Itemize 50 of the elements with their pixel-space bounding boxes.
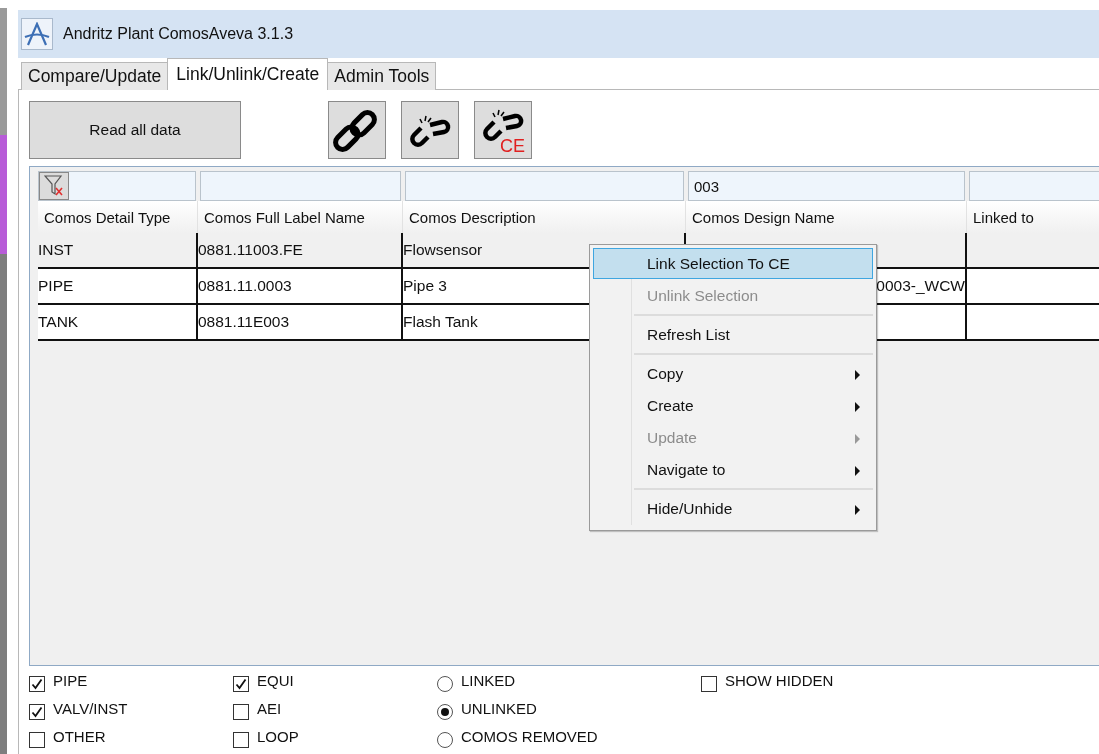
- radio-button[interactable]: [437, 732, 453, 748]
- option-label: UNLINKED: [461, 699, 537, 717]
- unlink-button[interactable]: [401, 101, 459, 159]
- menu-item[interactable]: Link Selection To CE: [593, 248, 873, 279]
- menu-item[interactable]: Hide/Unhide: [593, 493, 873, 524]
- tab[interactable]: Link/Unlink/Create: [167, 58, 329, 90]
- menu-item[interactable]: Create: [593, 390, 873, 421]
- window-title: Andritz Plant ComosAveva 3.1.3: [63, 25, 294, 43]
- option-label: VALV/INST: [53, 699, 128, 717]
- filter-field[interactable]: 003: [688, 171, 965, 201]
- option-label: COMOS REMOVED: [461, 727, 598, 745]
- table-cell: PIPE: [38, 269, 198, 305]
- link-button[interactable]: [328, 101, 386, 159]
- funnel-clear-icon: [44, 175, 64, 197]
- read-all-data-button[interactable]: Read all data: [29, 101, 241, 159]
- checkbox[interactable]: [29, 732, 45, 748]
- table-cell: INST: [38, 233, 198, 269]
- option-label: SHOW HIDDEN: [725, 671, 834, 689]
- table-cell: 0881.11.0003: [198, 269, 403, 305]
- column-header[interactable]: Comos Design Name: [686, 201, 967, 233]
- checkbox[interactable]: [701, 676, 717, 692]
- option-label: OTHER: [53, 727, 106, 745]
- clear-filter-button[interactable]: [39, 172, 69, 200]
- checkbox[interactable]: [29, 704, 45, 720]
- filter-field[interactable]: [969, 171, 1099, 201]
- checkbox[interactable]: [29, 676, 45, 692]
- column-header[interactable]: Comos Detail Type: [38, 201, 198, 233]
- filter-field[interactable]: [38, 171, 196, 201]
- option-label: LOOP: [257, 727, 299, 745]
- radio-button[interactable]: [437, 704, 453, 720]
- option-label: AEI: [257, 699, 282, 717]
- checkbox[interactable]: [233, 704, 249, 720]
- app-logo-icon: [21, 18, 53, 50]
- table-cell: 0881.11003.FE: [198, 233, 403, 269]
- filter-field[interactable]: [405, 171, 684, 201]
- table-cell: TANK: [38, 305, 198, 341]
- tab[interactable]: Compare/Update: [21, 62, 169, 90]
- option-label: LINKED: [461, 671, 516, 689]
- filter-field[interactable]: [200, 171, 401, 201]
- option-label: PIPE: [53, 671, 88, 689]
- column-header[interactable]: Comos Full Label Name: [198, 201, 403, 233]
- radio-button[interactable]: [437, 676, 453, 692]
- column-header[interactable]: Comos Description: [403, 201, 686, 233]
- tab[interactable]: Admin Tools: [327, 62, 437, 90]
- menu-item[interactable]: Copy: [593, 358, 873, 389]
- checkbox[interactable]: [233, 732, 249, 748]
- checkbox[interactable]: [233, 676, 249, 692]
- table-cell: 0881.11E003: [198, 305, 403, 341]
- option-label: EQUI: [257, 671, 294, 689]
- menu-item[interactable]: Navigate to: [593, 454, 873, 485]
